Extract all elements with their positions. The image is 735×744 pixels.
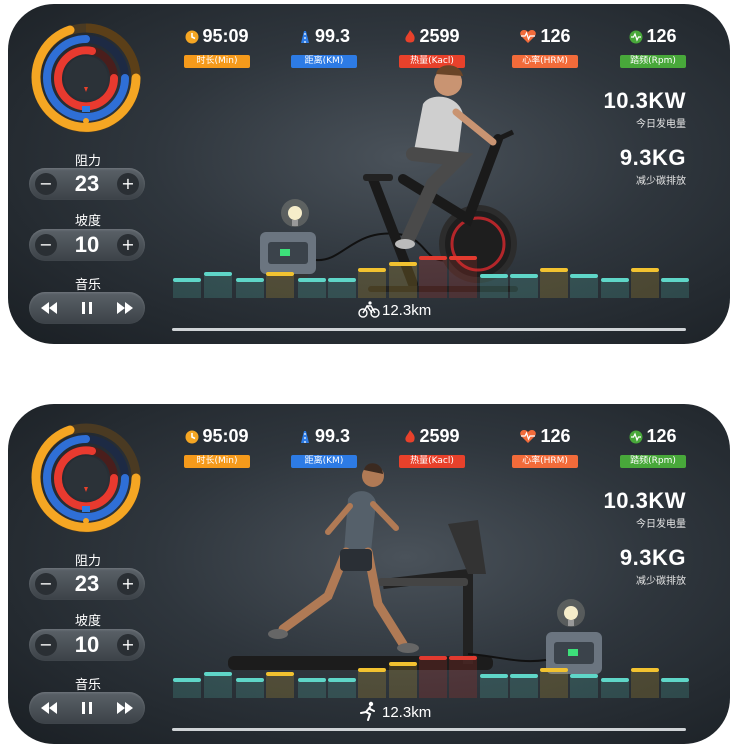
equalizer-bar-glow [389, 266, 417, 298]
equalizer-bar-glow [631, 672, 659, 698]
equalizer-bar-glow [266, 676, 294, 698]
bike-icon [358, 301, 380, 318]
equalizer-bar [661, 678, 689, 682]
equalizer-bar [540, 268, 568, 272]
equalizer-bar-glow [236, 682, 264, 698]
equalizer-bars [173, 656, 689, 698]
bike-dashboard-panel: 阻力 − 23 + 坡度 − 10 + 音乐 95:09 时长(Min) 99.… [8, 4, 730, 344]
equalizer-bar [540, 668, 568, 672]
equalizer-bar-glow [389, 666, 417, 698]
equalizer-bar-glow [266, 276, 294, 298]
equalizer-bar-glow [510, 278, 538, 298]
equalizer-bar [631, 668, 659, 672]
equalizer-bar-glow [449, 660, 477, 698]
equalizer-bar [601, 678, 629, 682]
equalizer-bar-glow [358, 672, 386, 698]
equalizer-bar [173, 278, 201, 282]
equalizer-bar [661, 278, 689, 282]
equalizer-bar-glow [540, 672, 568, 698]
equalizer-bar-glow [358, 272, 386, 298]
running-icon [360, 701, 375, 721]
equalizer-bar [204, 272, 232, 276]
equalizer-bar [298, 278, 326, 282]
equalizer-bar [570, 274, 598, 278]
distance-value: 12.3km [382, 302, 432, 319]
equalizer-bar [419, 256, 447, 260]
equalizer-bar-glow [419, 260, 447, 298]
equalizer-bar [389, 262, 417, 266]
equalizer-bar-glow [631, 272, 659, 298]
equalizer-bar-glow [328, 282, 356, 298]
equalizer-bar-glow [601, 282, 629, 298]
equalizer-bar [419, 656, 447, 660]
equalizer-bar [298, 678, 326, 682]
equalizer-bar-glow [570, 278, 598, 298]
equalizer-bar-glow [661, 682, 689, 698]
equalizer-bar [631, 268, 659, 272]
equalizer-bar-glow [328, 682, 356, 698]
equalizer-bar [510, 674, 538, 678]
equalizer-bar [480, 674, 508, 678]
equalizer-bar-glow [540, 272, 568, 298]
equalizer-bar-glow [449, 260, 477, 298]
equalizer-bar [449, 256, 477, 260]
track-line [172, 728, 686, 731]
equalizer-bar [570, 674, 598, 678]
equalizer-bar-glow [298, 282, 326, 298]
distance-value: 12.3km [382, 704, 432, 721]
equalizer-bar [266, 672, 294, 676]
distance-readout: 12.3km [358, 301, 431, 319]
equalizer-bar-glow [204, 276, 232, 298]
equalizer-bar [389, 662, 417, 666]
equalizer-bar [480, 274, 508, 278]
equalizer-bar-glow [480, 678, 508, 698]
equalizer-bar-glow [601, 682, 629, 698]
treadmill-dashboard-panel: 阻力 − 23 + 坡度 − 10 + 音乐 95:09 时长(Min) 99.… [8, 404, 730, 744]
track-line [172, 328, 686, 331]
equalizer-bar [173, 678, 201, 682]
equalizer-bar [358, 268, 386, 272]
equalizer-bar-glow [204, 676, 232, 698]
equalizer-bar [328, 678, 356, 682]
equalizer-bar-glow [510, 678, 538, 698]
equalizer-bar [204, 672, 232, 676]
equalizer-bar [601, 278, 629, 282]
equalizer-bar-glow [661, 282, 689, 298]
equalizer-bar [236, 278, 264, 282]
equalizer-bar-glow [298, 682, 326, 698]
equalizer-bar [266, 272, 294, 276]
equalizer-bar-glow [480, 278, 508, 298]
equalizer-bar [358, 668, 386, 672]
equalizer-bars [173, 256, 689, 298]
equalizer-bar-glow [173, 682, 201, 698]
distance-readout: 12.3km [358, 701, 431, 721]
equalizer-bar-glow [236, 282, 264, 298]
equalizer-bar-glow [419, 660, 447, 698]
equalizer-bar-glow [173, 282, 201, 298]
equalizer-bar [510, 274, 538, 278]
equalizer-bar [236, 678, 264, 682]
equalizer-bar [328, 278, 356, 282]
equalizer-bar [449, 656, 477, 660]
equalizer-bar-glow [570, 678, 598, 698]
